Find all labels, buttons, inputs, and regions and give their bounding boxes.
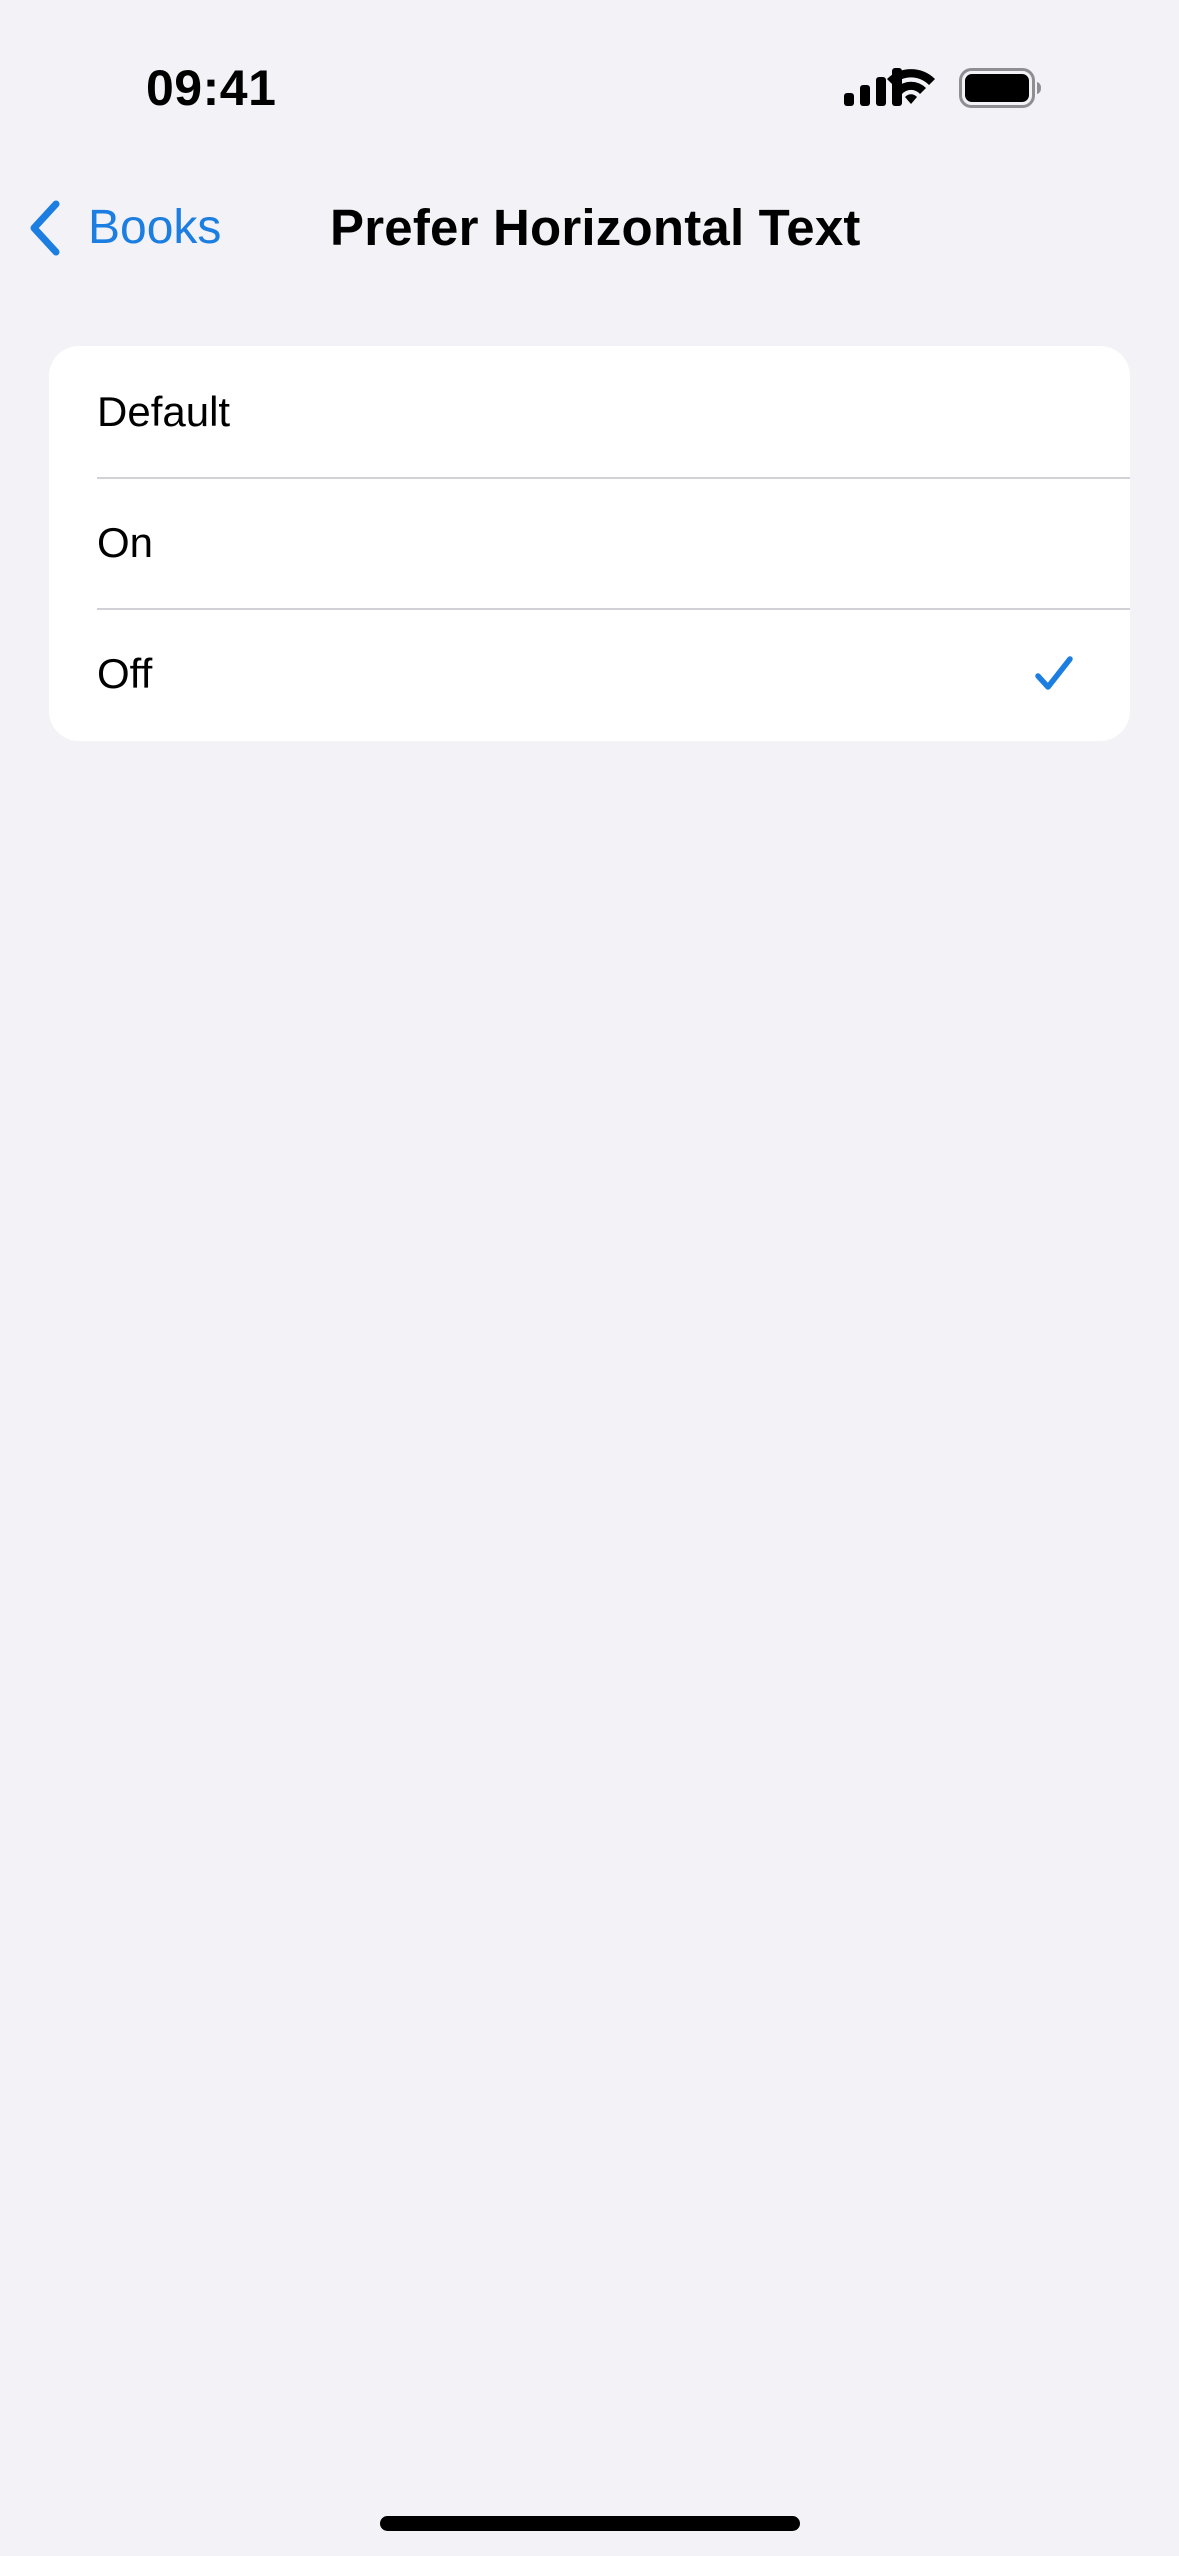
status-bar: 09:41 bbox=[0, 0, 1179, 150]
checkmark-icon bbox=[1035, 656, 1073, 690]
option-label: Default bbox=[97, 387, 231, 435]
page-title: Prefer Horizontal Text bbox=[330, 199, 861, 256]
option-default[interactable]: Default bbox=[49, 346, 1130, 477]
options-list: Default On Off bbox=[49, 346, 1130, 741]
option-off[interactable]: Off bbox=[49, 608, 1130, 739]
battery-icon bbox=[959, 68, 1041, 108]
wifi-icon bbox=[887, 69, 935, 104]
back-label: Books bbox=[88, 201, 222, 254]
chevron-left-icon bbox=[30, 200, 60, 256]
screen: 09:41 Books Prefer Horizontal Text Defau… bbox=[0, 0, 1179, 2556]
option-label: Off bbox=[97, 649, 153, 697]
navigation-bar: Books Prefer Horizontal Text bbox=[0, 170, 1179, 286]
option-label: On bbox=[97, 518, 154, 566]
status-icons bbox=[779, 0, 1179, 150]
option-on[interactable]: On bbox=[49, 477, 1130, 608]
status-time: 09:41 bbox=[146, 60, 277, 116]
back-button[interactable]: Books bbox=[24, 198, 221, 258]
home-indicator[interactable] bbox=[380, 2516, 800, 2531]
